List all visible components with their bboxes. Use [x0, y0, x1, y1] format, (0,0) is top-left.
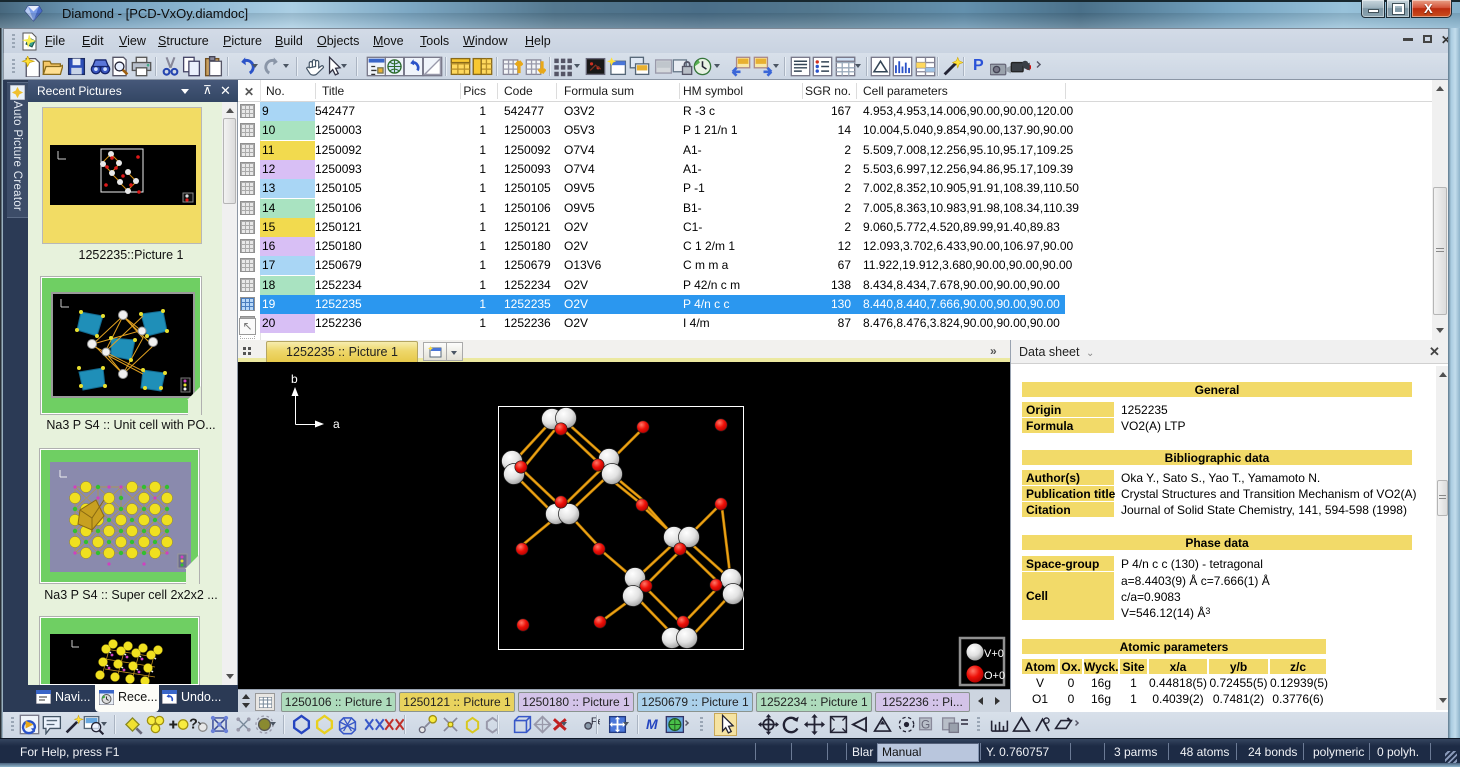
svg-text:a: a	[333, 417, 340, 431]
svg-text:G: G	[921, 717, 930, 731]
svg-text:V+0: V+0	[984, 648, 1004, 660]
svg-text:O+0: O+0	[984, 670, 1005, 682]
svg-text:b: b	[291, 372, 298, 386]
svg-text:?: ?	[189, 716, 198, 732]
